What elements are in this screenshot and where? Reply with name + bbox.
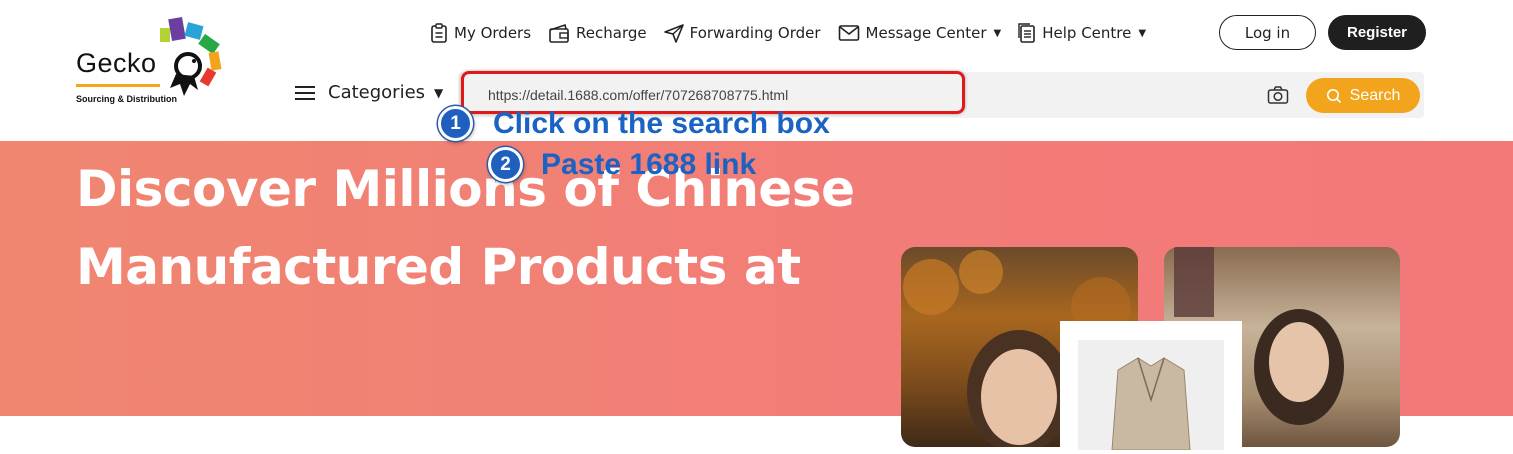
step-2-text: Paste 1688 link — [541, 147, 757, 181]
camera-icon[interactable] — [1267, 85, 1289, 105]
step-1-annotation: 1 Click on the search box — [438, 106, 830, 141]
categories-label: Categories — [328, 82, 426, 103]
nav-forwarding-order-label: Forwarding Order — [689, 24, 821, 42]
hero-title-line-2: Manufactured Products at — [76, 238, 801, 296]
logo-underline — [76, 84, 160, 87]
step-2-annotation: 2 Paste 1688 link — [488, 147, 756, 182]
search-icon — [1326, 88, 1341, 103]
hero-title: Discover Millions of Chinese Manufacture… — [76, 150, 896, 306]
register-button[interactable]: Register — [1328, 15, 1426, 50]
hero-title-line-1: Discover Millions of Chinese — [76, 160, 855, 218]
step-2-badge: 2 — [488, 147, 523, 182]
nav-message-center-label: Message Center — [865, 24, 987, 42]
login-button[interactable]: Log in — [1219, 15, 1316, 50]
nav-forwarding-order[interactable]: Forwarding Order — [663, 23, 821, 43]
nav-message-center[interactable]: Message Center ▼ — [838, 24, 1002, 42]
document-icon — [1018, 23, 1036, 43]
nav-my-orders-label: My Orders — [454, 24, 532, 42]
envelope-icon — [838, 25, 859, 41]
product-image-blazer — [1078, 340, 1224, 451]
hamburger-menu-icon — [295, 85, 315, 100]
caret-down-icon: ▼ — [434, 85, 444, 100]
top-navigation: My Orders Recharge Forwarding Order Mess… — [430, 18, 1163, 48]
nav-recharge-label: Recharge — [576, 24, 647, 42]
gecko-logo[interactable]: Gecko Sourcing & Distribution — [72, 14, 232, 106]
categories-menu[interactable]: Categories ▼ — [294, 82, 443, 103]
paper-plane-icon — [663, 24, 684, 43]
wallet-icon — [549, 23, 569, 43]
nav-help-centre-label: Help Centre — [1042, 24, 1132, 42]
search-button[interactable]: Search — [1306, 78, 1420, 113]
nav-recharge[interactable]: Recharge — [548, 23, 647, 43]
nav-help-centre[interactable]: Help Centre ▼ — [1018, 23, 1146, 43]
nav-my-orders[interactable]: My Orders — [430, 23, 531, 43]
caret-down-icon: ▼ — [1138, 27, 1147, 39]
step-1-badge: 1 — [438, 106, 473, 141]
logo-tagline: Sourcing & Distribution — [76, 94, 177, 104]
clipboard-icon — [431, 23, 447, 43]
caret-down-icon: ▼ — [993, 27, 1002, 39]
logo-wordmark: Gecko — [76, 48, 157, 78]
step-1-text: Click on the search box — [493, 106, 830, 140]
search-button-label: Search — [1349, 86, 1401, 104]
blazer-image — [1111, 357, 1191, 451]
